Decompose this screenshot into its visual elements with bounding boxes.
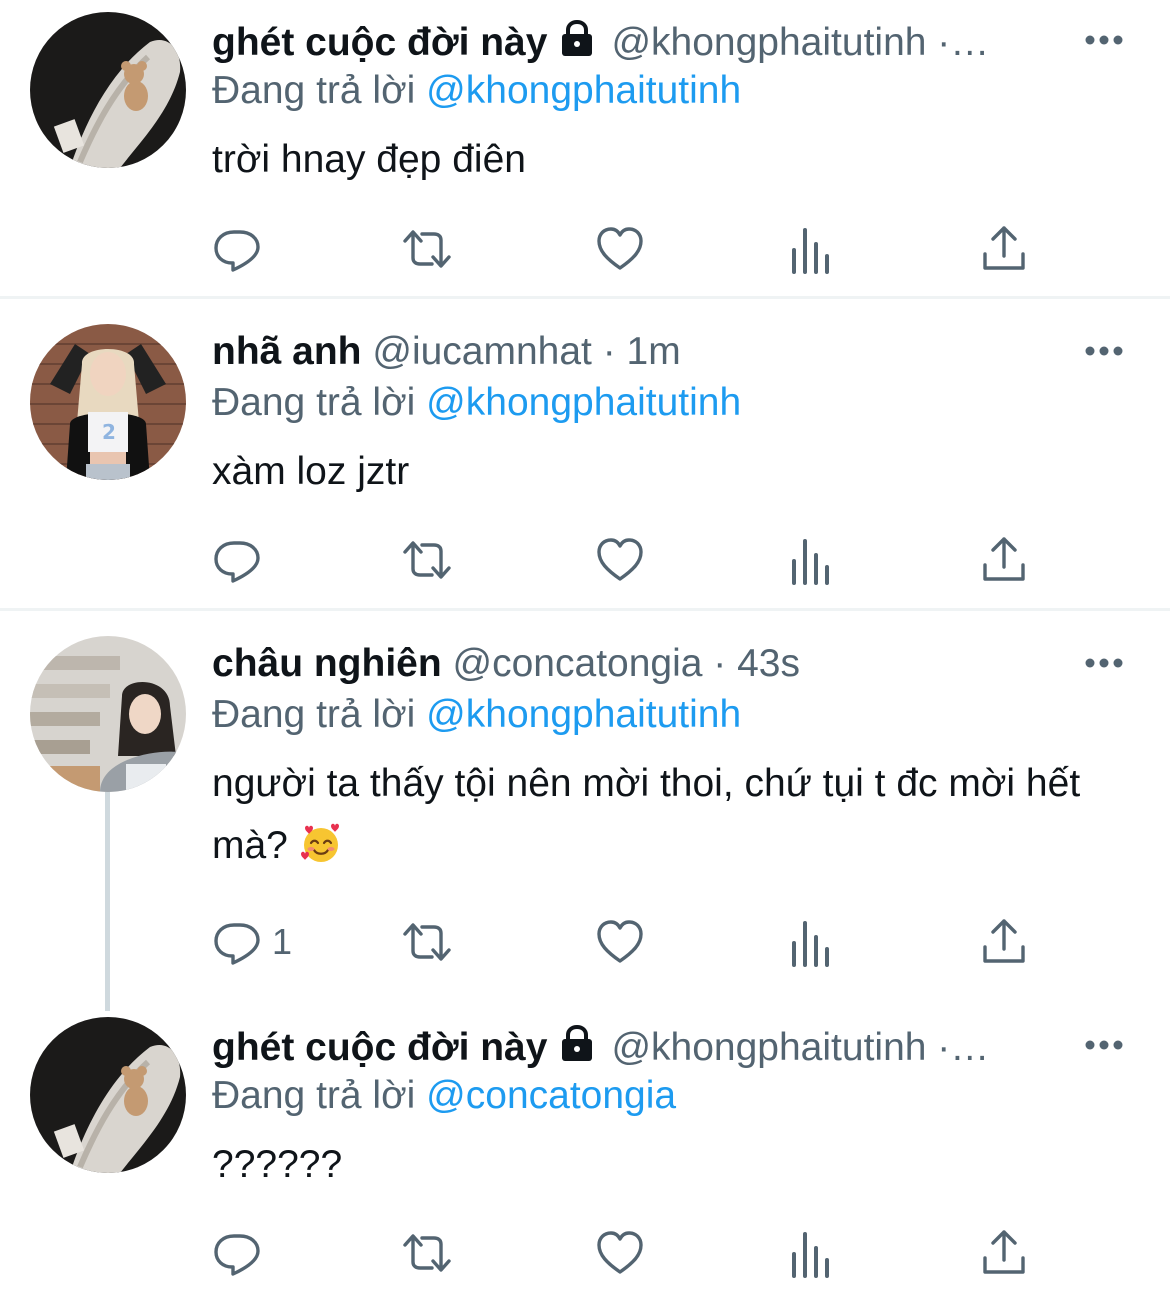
action-bar xyxy=(212,535,1072,585)
more-options-icon[interactable] xyxy=(1084,1035,1124,1055)
like-button[interactable] xyxy=(595,535,645,585)
tweet[interactable]: 2 nhã anh @iucamnhat · 1m Đang trả lời @… xyxy=(0,299,1170,609)
share-icon xyxy=(979,535,1029,585)
smiling-face-with-hearts-emoji xyxy=(300,823,339,862)
reply-button[interactable] xyxy=(212,1228,272,1278)
avatar[interactable]: 2 xyxy=(30,324,186,480)
share-icon xyxy=(979,224,1029,274)
share-icon xyxy=(979,917,1029,967)
retweet-button[interactable] xyxy=(402,917,452,967)
replying-to-label: Đang trả lời xyxy=(212,693,416,736)
replying-to-label: Đang trả lời xyxy=(212,1074,416,1117)
action-bar: 1 xyxy=(212,917,1072,967)
reply-icon xyxy=(212,917,262,967)
heart-icon xyxy=(595,535,645,585)
display-name[interactable]: ghét cuộc đời này xyxy=(212,21,547,64)
reply-button[interactable]: 1 xyxy=(212,917,292,967)
share-icon xyxy=(979,1228,1029,1278)
like-button[interactable] xyxy=(595,224,645,274)
more-options-icon[interactable] xyxy=(1084,341,1124,361)
views-chart-icon xyxy=(787,917,837,967)
heart-icon xyxy=(595,224,645,274)
share-button[interactable] xyxy=(979,1228,1029,1278)
views-chart-icon xyxy=(787,535,837,585)
handle-and-time[interactable]: @khongphaitutinh ·… xyxy=(611,21,989,64)
tweet[interactable]: ghét cuộc đời này @khongphaitutinh ·… Đan… xyxy=(0,1005,1170,1290)
replying-to: Đang trả lời @khongphaitutinh xyxy=(212,689,741,741)
tweet-header: châu nghiên @concatongia · 43s xyxy=(212,638,1070,690)
replying-to: Đang trả lời @khongphaitutinh xyxy=(212,377,741,429)
tweet-header: ghét cuộc đời này @khongphaitutinh ·… xyxy=(212,1022,1070,1074)
views-button[interactable] xyxy=(787,535,837,585)
display-name[interactable]: châu nghiên xyxy=(212,642,442,685)
tweet-text: xàm loz jztr xyxy=(212,441,1132,503)
reply-to-mention[interactable]: @concatongia xyxy=(426,1074,676,1117)
lock-icon xyxy=(557,18,597,58)
avatar[interactable] xyxy=(30,636,186,792)
tweet-text: trời hnay đẹp điên xyxy=(212,129,1132,191)
views-chart-icon xyxy=(787,1228,837,1278)
heart-icon xyxy=(595,1228,645,1278)
retweet-icon xyxy=(402,1228,452,1278)
more-options-icon[interactable] xyxy=(1084,653,1124,673)
tweet-text-content: trời hnay đẹp điên xyxy=(212,138,526,181)
reply-to-mention[interactable]: @khongphaitutinh xyxy=(426,69,741,112)
like-button[interactable] xyxy=(595,917,645,967)
tweet-text-content: xàm loz jztr xyxy=(212,450,410,493)
retweet-button[interactable] xyxy=(402,535,452,585)
tweet-header: nhã anh @iucamnhat · 1m xyxy=(212,326,1070,378)
replying-to-label: Đang trả lời xyxy=(212,69,416,112)
replying-to: Đang trả lời @khongphaitutinh xyxy=(212,65,741,117)
tweet[interactable]: châu nghiên @concatongia · 43s Đang trả … xyxy=(0,611,1170,1011)
display-name[interactable]: ghét cuộc đời này xyxy=(212,1026,547,1069)
retweet-icon xyxy=(402,917,452,967)
heart-icon xyxy=(595,917,645,967)
retweet-button[interactable] xyxy=(402,224,452,274)
views-button[interactable] xyxy=(787,224,837,274)
avatar[interactable] xyxy=(30,1017,186,1173)
tweet-text: người ta thấy tội nên mời thoi, chứ tụi … xyxy=(212,753,1132,877)
tweet-header: ghét cuộc đời này @khongphaitutinh ·… xyxy=(212,17,1070,69)
thread-connector-line xyxy=(105,781,110,1011)
share-button[interactable] xyxy=(979,224,1029,274)
tweet-text: ?????? xyxy=(212,1134,1132,1196)
reply-button[interactable] xyxy=(212,535,272,585)
display-name[interactable]: nhã anh xyxy=(212,330,362,373)
action-bar xyxy=(212,1228,1072,1278)
replying-to: Đang trả lời @concatongia xyxy=(212,1070,676,1122)
avatar[interactable] xyxy=(30,12,186,168)
views-button[interactable] xyxy=(787,917,837,967)
tweet[interactable]: ghét cuộc đời này @khongphaitutinh ·… Đan… xyxy=(0,0,1170,298)
more-options-icon[interactable] xyxy=(1084,30,1124,50)
reply-icon xyxy=(212,535,262,585)
like-button[interactable] xyxy=(595,1228,645,1278)
retweet-icon xyxy=(402,535,452,585)
retweet-button[interactable] xyxy=(402,1228,452,1278)
handle-and-time[interactable]: @iucamnhat · 1m xyxy=(372,330,680,373)
views-button[interactable] xyxy=(787,1228,837,1278)
tweet-text-content: ?????? xyxy=(212,1143,343,1186)
reply-count: 1 xyxy=(272,921,293,962)
handle-and-time[interactable]: @concatongia · 43s xyxy=(453,642,800,685)
action-bar xyxy=(212,224,1072,274)
handle-and-time[interactable]: @khongphaitutinh ·… xyxy=(611,1026,989,1069)
reply-icon xyxy=(212,1228,262,1278)
lock-icon xyxy=(557,1023,597,1063)
reply-to-mention[interactable]: @khongphaitutinh xyxy=(426,693,741,736)
replying-to-label: Đang trả lời xyxy=(212,381,416,424)
views-chart-icon xyxy=(787,224,837,274)
share-button[interactable] xyxy=(979,535,1029,585)
share-button[interactable] xyxy=(979,917,1029,967)
reply-icon xyxy=(212,224,262,274)
reply-button[interactable] xyxy=(212,224,272,274)
retweet-icon xyxy=(402,224,452,274)
svg-text:2: 2 xyxy=(102,420,116,444)
reply-to-mention[interactable]: @khongphaitutinh xyxy=(426,381,741,424)
